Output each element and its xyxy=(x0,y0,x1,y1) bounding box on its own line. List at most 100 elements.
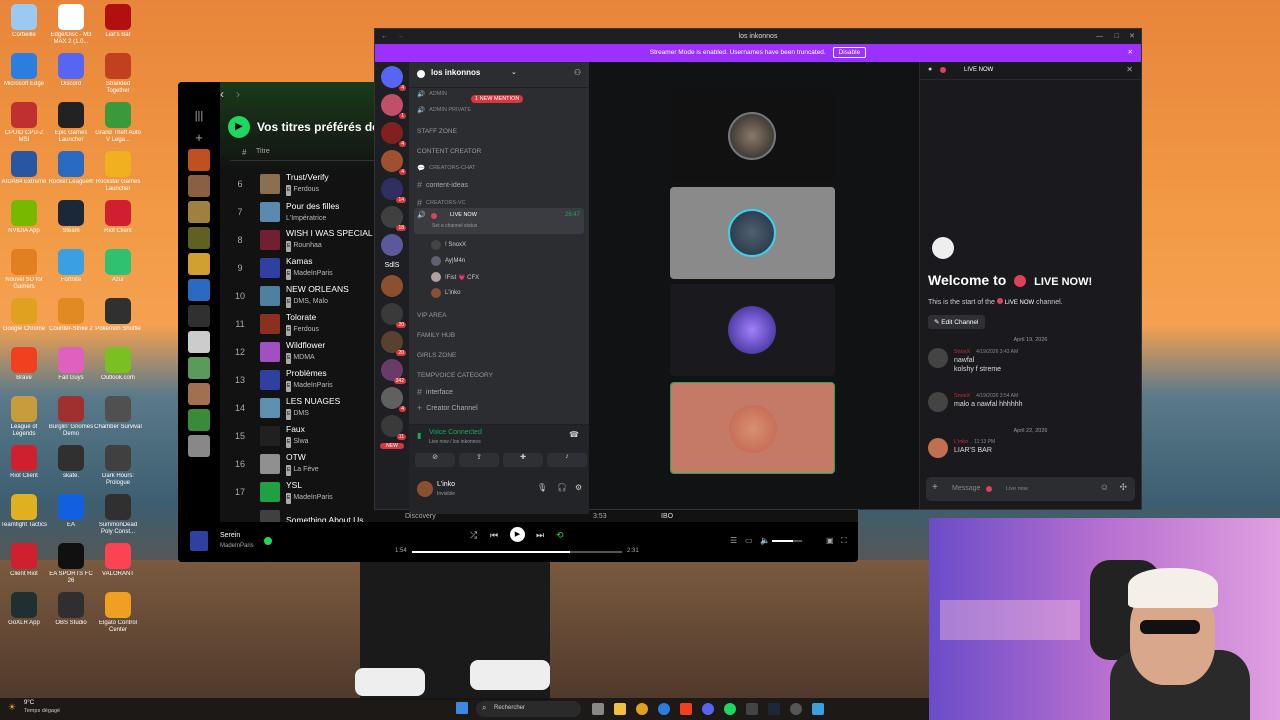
liked-icon[interactable] xyxy=(264,537,272,545)
back-icon[interactable]: ← xyxy=(381,29,388,44)
desktop-shortcut[interactable]: Discord xyxy=(47,53,95,95)
queue-icon[interactable]: ☰ xyxy=(730,536,737,545)
desktop-shortcut[interactable]: League of Legends xyxy=(0,396,48,438)
desktop-shortcut[interactable]: Rocket League® xyxy=(47,151,95,193)
desktop-shortcut[interactable]: GoXLR App xyxy=(0,592,48,634)
volume-slider[interactable] xyxy=(772,540,802,542)
user-avatar[interactable] xyxy=(928,392,948,412)
track-artist[interactable]: Slwa xyxy=(293,438,308,445)
library-item[interactable] xyxy=(188,435,210,457)
desktop-shortcut[interactable]: Fortnite xyxy=(47,249,95,291)
category-family-hub[interactable]: FAMILY HUB xyxy=(417,332,455,339)
close-icon[interactable]: ✕ xyxy=(1126,65,1133,74)
voice-member[interactable]: ! SnoxX xyxy=(431,240,466,250)
category-staff-zone[interactable]: STAFF ZONE xyxy=(417,128,457,135)
desktop-shortcut[interactable]: Liar's Bar xyxy=(94,4,142,46)
track-artist[interactable]: MDMA xyxy=(293,354,314,361)
video-tile-active[interactable] xyxy=(670,382,835,474)
track-row[interactable]: 11 Tolorate E Ferdous xyxy=(220,310,319,338)
server-icon[interactable]: 4 xyxy=(381,66,406,91)
add-attachment-icon[interactable]: + xyxy=(932,482,938,493)
server-icon[interactable]: 4 xyxy=(381,387,406,412)
user-avatar[interactable] xyxy=(928,348,948,368)
user-avatar[interactable] xyxy=(417,481,433,497)
desktop-shortcut[interactable]: Chamber Survival xyxy=(94,396,142,438)
server-icon[interactable]: 1 xyxy=(381,94,406,119)
server-name[interactable]: los inkonnos xyxy=(431,68,480,77)
track-artist[interactable]: Ferdous xyxy=(293,186,319,193)
server-icon[interactable]: 4 xyxy=(381,150,406,175)
library-item[interactable] xyxy=(188,305,210,327)
server-icon[interactable]: 11 xyxy=(381,415,406,440)
library-item[interactable] xyxy=(188,149,210,171)
desktop-shortcut[interactable]: Steam xyxy=(47,200,95,242)
search-box[interactable]: ⌕ Rechercher xyxy=(476,701,581,717)
message-author[interactable]: L'inko xyxy=(954,439,968,445)
start-icon[interactable] xyxy=(456,702,468,714)
app-icon[interactable] xyxy=(812,703,824,715)
server-icon[interactable] xyxy=(381,275,403,297)
camera-button[interactable]: ⊘ xyxy=(415,453,455,467)
channel-creators-chat[interactable]: 💬 CREATORS-CHAT xyxy=(417,164,476,172)
volume-icon[interactable]: 🔈 xyxy=(760,536,770,545)
desktop-shortcut[interactable]: Edge/Disc - M3 MAX 2 (1.0... xyxy=(47,4,95,46)
library-item[interactable] xyxy=(188,383,210,405)
desktop-shortcut[interactable]: Epic Games Launcher xyxy=(47,102,95,144)
file-explorer-icon[interactable] xyxy=(614,703,626,715)
weather-icon[interactable]: ☀ xyxy=(8,702,16,713)
category-content-creator[interactable]: CONTENT CREATOR xyxy=(417,148,481,155)
close-icon[interactable]: ✕ xyxy=(1129,29,1135,44)
forward-icon[interactable]: → xyxy=(397,29,404,44)
play-pause-button[interactable]: ▶ xyxy=(510,527,525,542)
track-artist[interactable]: Ferdous xyxy=(293,326,319,333)
desktop-shortcut[interactable]: Outlook.com xyxy=(94,347,142,389)
voice-member[interactable]: L'inko xyxy=(431,288,461,298)
obs-icon[interactable] xyxy=(790,703,802,715)
track-row[interactable]: 12 Wildflower E MDMA xyxy=(220,338,325,366)
server-icon[interactable]: 342 xyxy=(381,359,406,384)
video-tile[interactable] xyxy=(670,284,835,376)
previous-icon[interactable]: ⏮ xyxy=(490,530,498,541)
desktop-shortcut[interactable]: Google Chrome xyxy=(0,298,48,340)
channel-admin-private[interactable]: 🔊 ADMIN PRIVATE xyxy=(417,106,471,114)
devices-icon[interactable]: ▭ xyxy=(745,536,753,545)
members-icon[interactable]: ⚇ xyxy=(574,68,581,77)
desktop-shortcut[interactable]: Azur xyxy=(94,249,142,291)
chevron-down-icon[interactable]: ⌄ xyxy=(511,68,517,76)
voice-member[interactable]: !Fist 💗 CFX xyxy=(431,272,479,282)
close-icon[interactable]: ✕ xyxy=(1128,44,1133,62)
track-artist[interactable]: DMS xyxy=(293,410,309,417)
library-item[interactable] xyxy=(188,409,210,431)
channel-admin[interactable]: 🔊 ADMIN xyxy=(417,90,447,98)
category-vip-area[interactable]: VIP AREA xyxy=(417,312,447,319)
track-artist[interactable]: DMS, Malo xyxy=(293,298,328,305)
server-icon[interactable]: 18 xyxy=(381,206,406,231)
message-composer[interactable]: + Message Live now ☺ ✣ xyxy=(926,477,1135,501)
maximize-icon[interactable]: □ xyxy=(1115,29,1119,44)
desktop-shortcut[interactable]: Nouvel SD for Gamers xyxy=(0,249,48,291)
desktop-shortcut[interactable]: Microsoft Edge xyxy=(0,53,48,95)
video-tile[interactable] xyxy=(670,187,835,279)
video-tile[interactable] xyxy=(670,90,835,180)
task-view-icon[interactable] xyxy=(592,703,604,715)
track-artist[interactable]: Rounhaa xyxy=(293,242,321,249)
steam-icon[interactable] xyxy=(768,703,780,715)
message-author[interactable]: SnoxX xyxy=(954,393,970,399)
library-item[interactable] xyxy=(188,357,210,379)
channel-content-ideas[interactable]: # content-ideas xyxy=(417,180,468,190)
set-status-link[interactable]: Set a channel status xyxy=(432,223,477,229)
minimize-icon[interactable]: — xyxy=(1096,29,1103,44)
activities-button[interactable]: ✚ xyxy=(503,453,543,467)
voice-member[interactable]: Ay|M4n xyxy=(431,256,465,266)
edge-icon[interactable] xyxy=(658,703,670,715)
disconnect-icon[interactable]: ☎ xyxy=(569,430,579,439)
user-name[interactable]: L'inko xyxy=(437,481,455,488)
server-icon[interactable] xyxy=(381,234,403,256)
desktop-shortcut[interactable]: Fall Guys xyxy=(47,347,95,389)
chrome-icon[interactable] xyxy=(636,703,648,715)
category-tempvoice[interactable]: TEMPVOICE CATEGORY xyxy=(417,372,493,379)
desktop-shortcut[interactable]: OBS Studio xyxy=(47,592,95,634)
track-row[interactable]: 15 Faux E Slwa xyxy=(220,422,309,450)
spotify-icon[interactable] xyxy=(724,703,736,715)
library-icon[interactable]: ||| xyxy=(178,110,220,122)
